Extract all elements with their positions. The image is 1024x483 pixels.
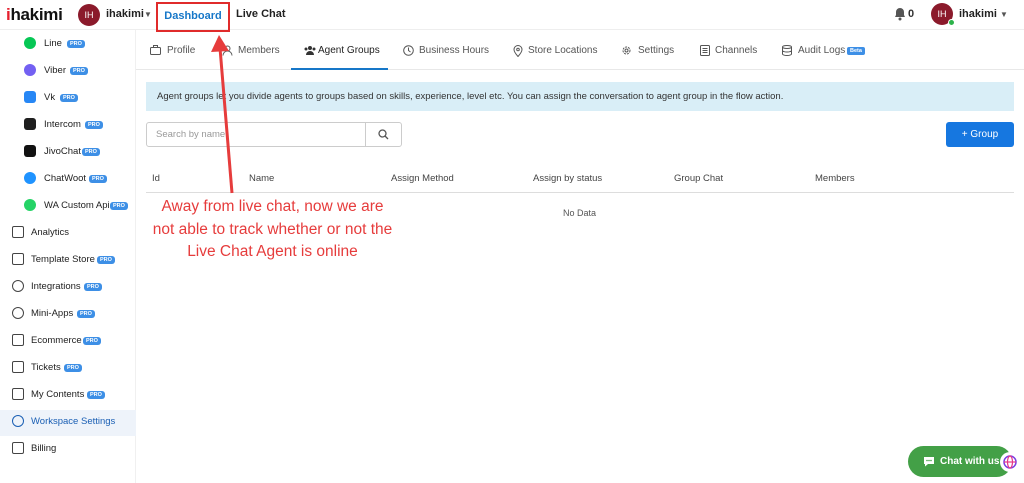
annotation-text: Away from live chat, now we are not able… bbox=[152, 198, 393, 260]
chat-bubble-icon bbox=[924, 457, 934, 467]
language-globe-icon[interactable] bbox=[1000, 452, 1020, 472]
chat-with-us-button[interactable]: Chat with us bbox=[908, 446, 1012, 477]
